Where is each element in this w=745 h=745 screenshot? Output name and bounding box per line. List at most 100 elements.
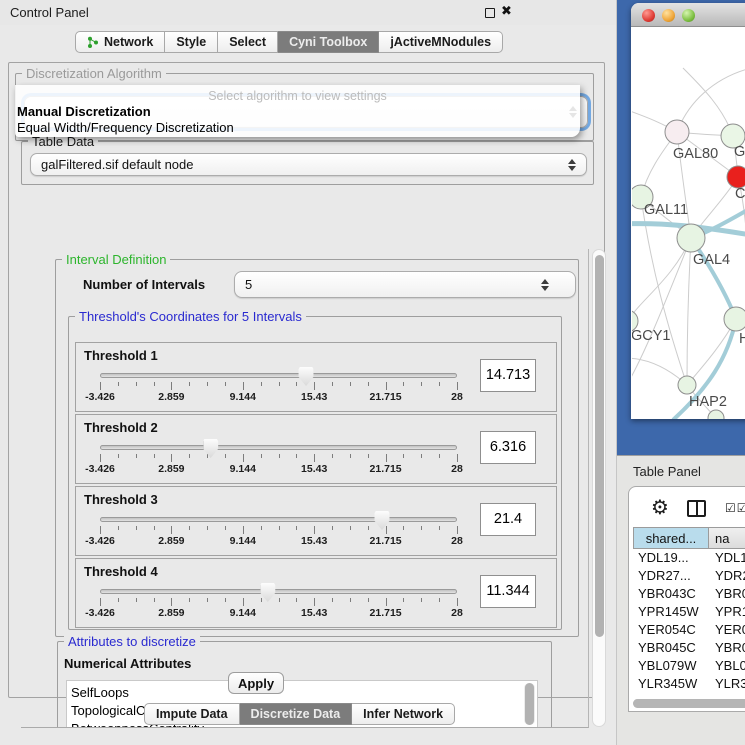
tab-network[interactable]: Network	[75, 31, 165, 53]
cyni-toolbox-content: Discretization Algorithm Select algorith…	[8, 62, 605, 698]
shared-name-cell[interactable]: YLR345W	[633, 675, 709, 693]
threshold-value-field[interactable]: 21.4	[480, 503, 536, 536]
table-row[interactable]: YDR27...YDR2	[633, 567, 745, 585]
network-edge[interactable]	[677, 68, 745, 132]
settings-scroll-viewport: Interval Definition Number of Intervals …	[21, 249, 589, 728]
tab-impute-data[interactable]: Impute Data	[144, 703, 240, 725]
settings-vertical-scrollbar[interactable]	[592, 249, 606, 727]
column-header-name[interactable]: na	[709, 527, 745, 549]
name-cell[interactable]: YPR1	[709, 603, 745, 621]
name-cell[interactable]: YBL0	[709, 657, 745, 675]
table-row[interactable]: YPR145WYPR1	[633, 603, 745, 621]
table-data-combobox[interactable]: galFiltered.sif default node	[30, 153, 587, 176]
scrollbar-thumb[interactable]	[633, 699, 745, 708]
node-red[interactable]	[727, 166, 745, 188]
close-traffic-light-icon[interactable]	[642, 9, 655, 22]
slider-ticks	[100, 454, 457, 463]
name-cell[interactable]: YDL1	[709, 549, 745, 567]
zoom-traffic-light-icon[interactable]	[682, 9, 695, 22]
network-edge[interactable]	[632, 238, 691, 388]
shared-name-cell[interactable]: YBR043C	[633, 585, 709, 603]
table-row[interactable]: YER054CYER0	[633, 621, 745, 639]
tick-label: 9.144	[230, 391, 256, 403]
node-h[interactable]	[724, 307, 745, 331]
node-label: GAL4	[693, 252, 730, 268]
table-horizontal-scrollbar[interactable]	[633, 699, 745, 708]
shared-name-cell[interactable]: YDL19...	[633, 549, 709, 567]
threshold-value-field[interactable]: 6.316	[480, 431, 536, 464]
gear-icon[interactable]: ⚙	[651, 497, 669, 517]
shared-name-cell[interactable]: YDR27...	[633, 567, 709, 585]
minimize-traffic-light-icon[interactable]	[662, 9, 675, 22]
threshold-value-field[interactable]: 14.713	[480, 359, 536, 392]
attributes-list-scrollbar[interactable]	[524, 683, 535, 725]
split-columns-icon[interactable]	[687, 500, 706, 517]
node-label: GAL80	[673, 146, 718, 162]
algorithm-dropdown-popup: Select algorithm to view settings Manual…	[15, 85, 580, 137]
name-cell[interactable]: YBR0	[709, 585, 745, 603]
tab-discretize-data[interactable]: Discretize Data	[240, 703, 353, 725]
apply-button[interactable]: Apply	[228, 672, 284, 694]
threshold-value-field[interactable]: 11.344	[480, 575, 536, 608]
slider-track[interactable]	[100, 373, 457, 378]
network-window-titlebar[interactable]	[631, 3, 745, 27]
network-edge[interactable]	[687, 238, 691, 385]
threshold-slider[interactable]: -3.4262.8599.14415.4321.71528	[100, 371, 457, 405]
table-row[interactable]: YLR345WYLR3	[633, 675, 745, 693]
column-header-shared-name[interactable]: shared...	[633, 527, 709, 549]
combo-arrows-icon	[568, 159, 576, 171]
tick-label: 15.43	[301, 391, 327, 403]
shared-name-cell[interactable]: YIL052C	[633, 693, 709, 697]
interval-definition-group-title: Interval Definition	[62, 252, 170, 267]
network-graph[interactable]: GAL80GCGAL11GAL4GCY1HHAP2	[632, 28, 745, 419]
threshold-slider[interactable]: -3.4262.8599.14415.4321.71528	[100, 443, 457, 477]
threshold-slider[interactable]: -3.4262.8599.14415.4321.71528	[100, 587, 457, 621]
name-cell[interactable]: YER0	[709, 621, 745, 639]
tab-infer-network[interactable]: Infer Network	[352, 703, 455, 725]
screenshot-root: Control Panel ✖ NetworkStyleSelectCyni T…	[0, 0, 745, 745]
tick-label: 9.144	[230, 535, 256, 547]
column-checkboxes-icon[interactable]: ☑☑	[725, 501, 745, 515]
name-cell[interactable]: YDR2	[709, 567, 745, 585]
network-icon	[87, 36, 99, 49]
dropdown-item-manual[interactable]: Manual Discretization	[15, 104, 580, 120]
slider-track[interactable]	[100, 589, 457, 594]
slider-track[interactable]	[100, 445, 457, 450]
tab-select[interactable]: Select	[218, 31, 278, 53]
number-of-intervals-combobox[interactable]: 5	[234, 271, 576, 298]
name-cell[interactable]: YLR3	[709, 675, 745, 693]
network-edge[interactable]	[632, 238, 691, 321]
float-window-icon[interactable]	[485, 8, 495, 18]
network-canvas[interactable]: GAL80GCGAL11GAL4GCY1HHAP2	[632, 28, 745, 419]
attribute-list-item[interactable]: SelfLoops	[71, 684, 537, 702]
node-gal4[interactable]	[677, 224, 705, 252]
shared-name-cell[interactable]: YBL079W	[633, 657, 709, 675]
node-label: G	[734, 144, 745, 160]
node-label: C	[735, 186, 745, 202]
top-tab-bar: NetworkStyleSelectCyni ToolboxjActiveMNo…	[75, 31, 503, 53]
slider-tick-labels: -3.4262.8599.14415.4321.71528	[100, 391, 457, 404]
tab-jactivemnodules[interactable]: jActiveMNodules	[379, 31, 503, 53]
name-cell[interactable]: YBR0	[709, 639, 745, 657]
table-row[interactable]: YBL079WYBL0	[633, 657, 745, 675]
scrollbar-thumb[interactable]	[595, 255, 604, 637]
shared-name-cell[interactable]: YBR045C	[633, 639, 709, 657]
table-row[interactable]: YBR043CYBR0	[633, 585, 745, 603]
tick-label: 28	[451, 535, 463, 547]
node-gal80[interactable]	[665, 120, 689, 144]
tab-cyni-toolbox[interactable]: Cyni Toolbox	[278, 31, 379, 53]
name-cell[interactable]: YIL0	[709, 693, 745, 697]
slider-track[interactable]	[100, 517, 457, 522]
threshold-slider[interactable]: -3.4262.8599.14415.4321.71528	[100, 515, 457, 549]
shared-name-cell[interactable]: YPR145W	[633, 603, 709, 621]
dropdown-item-equal-width[interactable]: Equal Width/Frequency Discretization	[15, 120, 580, 136]
node-hap2[interactable]	[678, 376, 696, 394]
table-row[interactable]: YBR045CYBR0	[633, 639, 745, 657]
shared-name-cell[interactable]: YER054C	[633, 621, 709, 639]
table-row[interactable]: YIL052CYIL0	[633, 693, 745, 697]
close-icon[interactable]: ✖	[501, 4, 512, 19]
tab-style[interactable]: Style	[165, 31, 218, 53]
table-panel-title: Table Panel	[633, 464, 701, 479]
tick-label: -3.426	[85, 391, 115, 403]
table-row[interactable]: YDL19...YDL1	[633, 549, 745, 567]
